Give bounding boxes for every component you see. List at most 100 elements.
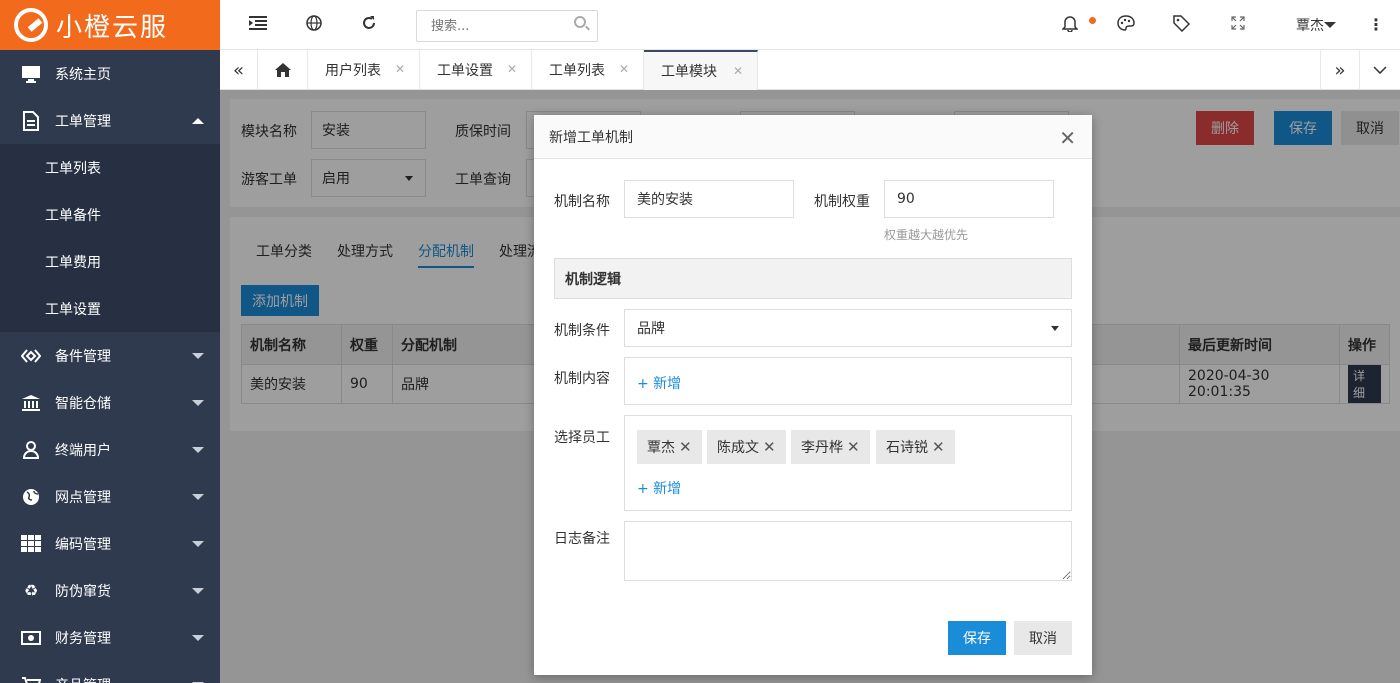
- search-icon[interactable]: [574, 16, 586, 28]
- add-staff-link[interactable]: + 新增: [637, 478, 681, 498]
- log-textarea[interactable]: [624, 521, 1072, 581]
- chevron-up-icon: [192, 118, 204, 124]
- palette-icon[interactable]: [1117, 15, 1135, 35]
- chevron-down-icon: [192, 541, 204, 547]
- menu-toggle-icon[interactable]: [249, 15, 267, 34]
- caret-down-icon: [1051, 326, 1059, 331]
- bell-icon[interactable]: [1061, 15, 1079, 36]
- tab-home[interactable]: [258, 50, 308, 90]
- globe-icon[interactable]: [306, 15, 322, 35]
- close-icon[interactable]: ✕: [733, 64, 743, 78]
- mechanism-name-input[interactable]: 美的安装: [624, 180, 794, 218]
- double-chevron-right-icon: »: [1334, 59, 1346, 81]
- add-content-link[interactable]: + 新增: [637, 373, 681, 393]
- search-input[interactable]: [416, 10, 598, 42]
- staff-chip-label: 石诗锐: [886, 440, 928, 456]
- sidebar-item-home[interactable]: 系统主页: [0, 50, 220, 97]
- close-icon[interactable]: ✕: [619, 62, 629, 76]
- close-icon[interactable]: ✕: [395, 62, 405, 76]
- sidebar-item-label: 财务管理: [55, 630, 111, 647]
- modal-header: 新增工单机制: [534, 115, 1092, 159]
- sidebar-item-label: 工单管理: [55, 113, 111, 130]
- home-icon: [274, 63, 291, 77]
- chevron-down-icon: [192, 447, 204, 453]
- sidebar-subitem-order-fees[interactable]: 工单费用: [0, 238, 220, 285]
- section-title: 机制逻辑: [554, 258, 1072, 299]
- document-icon: [20, 110, 42, 131]
- weight-hint: 权重越大越优先: [884, 228, 969, 242]
- sidebar-subitem-order-parts[interactable]: 工单备件: [0, 191, 220, 238]
- sidebar-item-label: 智能仓储: [55, 395, 111, 412]
- sidebar-subitem-order-settings[interactable]: 工单设置: [0, 285, 220, 332]
- chevron-down-icon: [192, 353, 204, 359]
- modal-title: 新增工单机制: [549, 129, 633, 146]
- bank-icon: [20, 393, 42, 413]
- chevron-down-icon: [192, 494, 204, 500]
- sidebar-item-label: 编码管理: [55, 536, 111, 553]
- double-chevron-left-icon: «: [232, 59, 244, 81]
- sidebar-subitem-order-list[interactable]: 工单列表: [0, 144, 220, 191]
- staff-chip: 李丹桦 ✕: [791, 430, 870, 464]
- mechanism-name-label: 机制名称: [554, 194, 610, 210]
- cart-icon: [20, 675, 42, 683]
- modal-save-button[interactable]: 保存: [948, 621, 1006, 655]
- chevron-down-icon[interactable]: [1324, 22, 1336, 28]
- mechanism-weight-input[interactable]: 90: [884, 180, 1054, 218]
- tab-label: 工单模块: [661, 64, 717, 80]
- chevron-down-icon: [192, 588, 204, 594]
- new-mechanism-modal: 新增工单机制 ✕ 机制名称 美的安装 机制权重 90 权重越大越优先 机制逻辑 …: [534, 115, 1092, 675]
- tab-scroll-left-button[interactable]: «: [220, 50, 258, 90]
- sidebar-item-finance[interactable]: 财务管理: [0, 614, 220, 661]
- logo-text: 小橙云服: [56, 12, 169, 43]
- close-icon[interactable]: ✕: [763, 438, 776, 456]
- logo[interactable]: 小橙云服: [0, 0, 220, 50]
- refresh-icon[interactable]: [361, 15, 377, 35]
- close-icon[interactable]: ✕: [847, 438, 860, 456]
- log-label: 日志备注: [554, 531, 610, 547]
- tab-order-settings[interactable]: 工单设置 ✕: [420, 50, 532, 90]
- sidebar-item-anticounterfeit[interactable]: ♻ 防伪窜货: [0, 567, 220, 614]
- chevron-down-icon: [192, 400, 204, 406]
- sidebar-item-codes[interactable]: 编码管理: [0, 520, 220, 567]
- tab-dropdown-button[interactable]: [1360, 50, 1400, 90]
- user-menu[interactable]: 覃杰: [1296, 15, 1324, 35]
- sidebar-item-outlets[interactable]: 网点管理: [0, 473, 220, 520]
- tab-user-list[interactable]: 用户列表 ✕: [308, 50, 420, 90]
- monitor-icon: [20, 64, 42, 84]
- diamond-icon: [20, 346, 42, 366]
- close-icon[interactable]: ✕: [1059, 126, 1076, 150]
- sidebar-item-endusers[interactable]: 终端用户: [0, 426, 220, 473]
- modal-cancel-button[interactable]: 取消: [1014, 621, 1072, 655]
- sidebar-item-warehouse[interactable]: 智能仓储: [0, 379, 220, 426]
- select-value: 品牌: [637, 321, 665, 337]
- user-icon: [20, 440, 42, 460]
- close-icon[interactable]: ✕: [932, 438, 945, 456]
- content-box: [624, 357, 1072, 405]
- sidebar-item-label: 产品管理: [55, 675, 111, 683]
- fullscreen-icon[interactable]: [1231, 15, 1245, 34]
- tab-label: 工单设置: [437, 63, 493, 79]
- money-icon: [20, 628, 42, 648]
- sidebar-item-label: 防伪窜货: [55, 583, 111, 600]
- more-vertical-icon[interactable]: ⋮: [1368, 15, 1384, 34]
- notification-badge: [1089, 17, 1096, 24]
- sidebar-item-parts[interactable]: 备件管理: [0, 332, 220, 379]
- tag-icon[interactable]: [1173, 15, 1191, 36]
- sidebar-item-workorder[interactable]: 工单管理: [0, 97, 220, 144]
- sidebar-item-products[interactable]: 产品管理: [0, 661, 220, 683]
- sidebar: 小橙云服 系统主页 工单管理 工单列表 工单备件 工单费用 工单设置 备件管理 …: [0, 0, 220, 683]
- tab-order-module[interactable]: 工单模块 ✕: [644, 50, 758, 90]
- condition-select[interactable]: 品牌: [624, 309, 1072, 347]
- staff-chip: 陈成文 ✕: [707, 430, 786, 464]
- tab-scroll-right-button[interactable]: »: [1320, 50, 1360, 90]
- tab-label: 工单列表: [549, 63, 605, 79]
- staff-chip-label: 李丹桦: [801, 440, 843, 456]
- chevron-down-icon: [192, 635, 204, 641]
- mechanism-weight-label: 机制权重: [814, 194, 870, 210]
- chevron-down-icon: [1373, 66, 1387, 74]
- tab-order-list[interactable]: 工单列表 ✕: [532, 50, 644, 90]
- sidebar-item-label: 备件管理: [55, 348, 111, 365]
- sidebar-item-label: 系统主页: [55, 66, 111, 83]
- close-icon[interactable]: ✕: [507, 62, 517, 76]
- close-icon[interactable]: ✕: [679, 438, 692, 456]
